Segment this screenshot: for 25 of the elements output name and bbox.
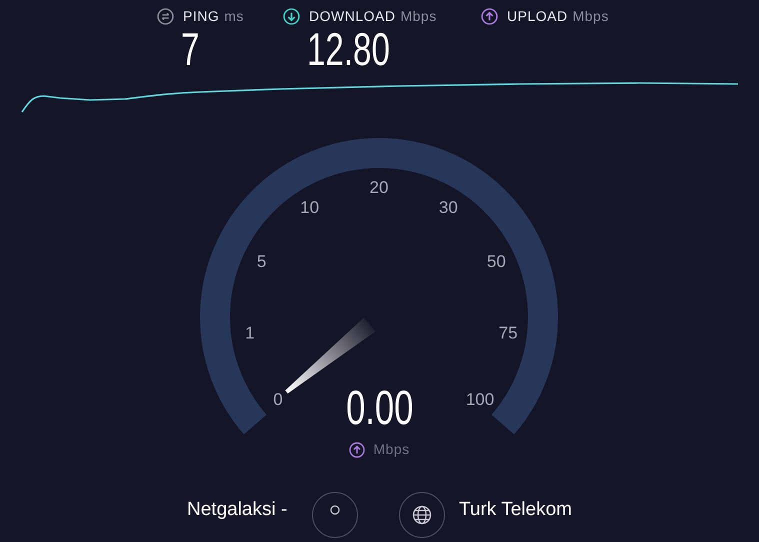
scale-label: 50 (486, 252, 506, 272)
metric-value: 12.80 (307, 26, 390, 72)
server-name: Netgalaksi - (187, 498, 288, 522)
speed-unit: Mbps (373, 440, 410, 459)
metric-label: UPLOAD (507, 6, 568, 26)
scale-label: 0 (273, 390, 283, 409)
scale-label: 20 (370, 178, 388, 197)
speed-reading: 0.00 (346, 385, 414, 433)
circle-icon (330, 505, 340, 515)
metric-value: 7 (181, 26, 200, 72)
scale-label: 100 (466, 390, 494, 409)
scale-label: 30 (438, 198, 458, 218)
metric-unit: Mbps (572, 6, 609, 26)
provider-name: Turk Telekom (459, 498, 572, 522)
globe-icon (412, 505, 432, 525)
scale-label: 10 (300, 198, 320, 218)
scale-label: 5 (256, 252, 266, 272)
metric-unit: Mbps (400, 6, 437, 26)
scale-label: 75 (498, 323, 518, 342)
provider-button[interactable] (399, 492, 445, 538)
metric-label: PING (183, 6, 220, 26)
swap-arrows-icon (157, 8, 174, 24)
metric-label: DOWNLOAD (309, 6, 396, 26)
scale-label: 1 (245, 323, 255, 342)
metric-unit: ms (224, 6, 244, 26)
